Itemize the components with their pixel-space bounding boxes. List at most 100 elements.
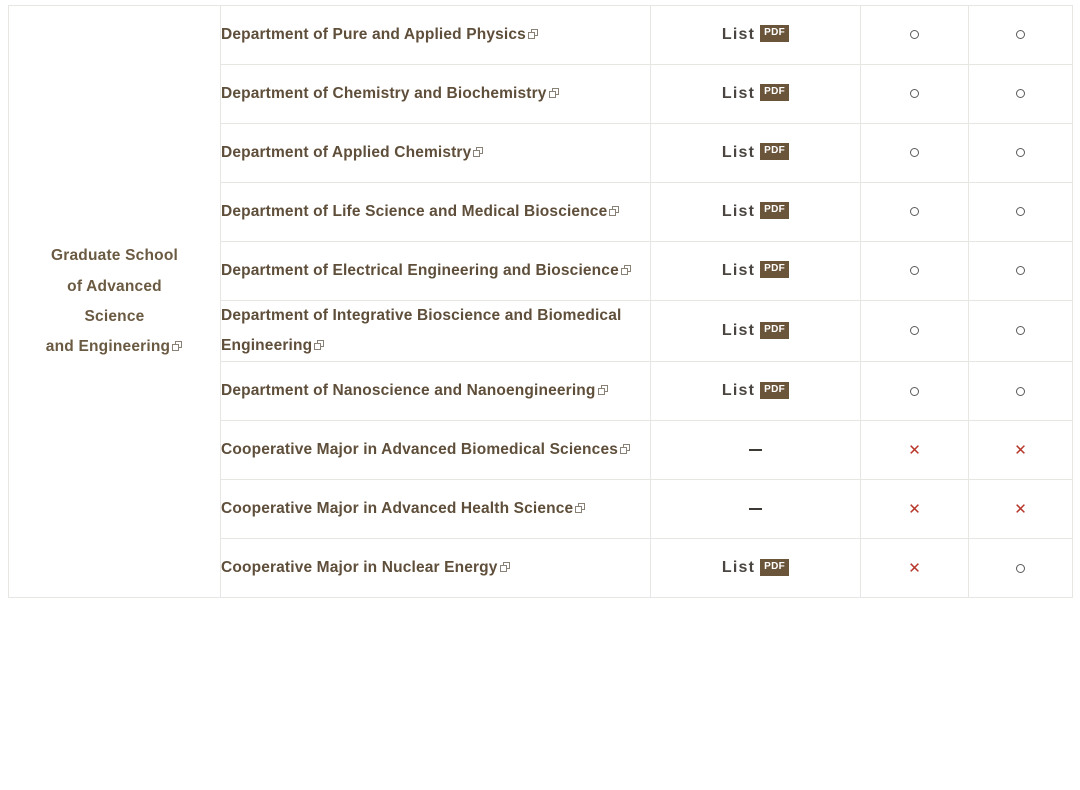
- new-window-icon: [172, 340, 183, 352]
- mark-cell-2: [968, 5, 1073, 65]
- list-cell[interactable]: List PDF: [650, 182, 861, 242]
- available-circle-icon: [1016, 89, 1025, 99]
- pdf-badge[interactable]: PDF: [760, 84, 790, 102]
- mark-cell-1: [860, 5, 969, 65]
- pdf-badge[interactable]: PDF: [760, 558, 790, 576]
- list-link[interactable]: List: [722, 262, 755, 280]
- mark-cell-1: [860, 123, 969, 183]
- list-link[interactable]: List: [722, 203, 755, 221]
- list-cell[interactable]: List PDF: [650, 241, 861, 301]
- department-name-label: Department of Life Science and Medical B…: [221, 202, 608, 220]
- mark-cell-2: [968, 182, 1073, 242]
- new-window-icon: [620, 264, 632, 276]
- pdf-badge[interactable]: PDF: [760, 25, 790, 43]
- pdf-badge[interactable]: PDF: [760, 261, 790, 279]
- pdf-badge[interactable]: PDF: [760, 202, 790, 220]
- available-circle-icon: [1016, 563, 1025, 573]
- school-name-line: of Advanced: [67, 277, 162, 295]
- list-link[interactable]: List: [722, 26, 755, 44]
- mark-cell-1: ✕: [860, 538, 969, 599]
- available-circle-icon: [910, 30, 919, 40]
- list-cell[interactable]: List PDF: [650, 5, 861, 65]
- table-row: Graduate School of Advanced Science and Eng…: [8, 4, 1073, 599]
- school-name-line: and Engineering: [45, 337, 171, 355]
- mark-cell-2: [968, 123, 1073, 183]
- mark-cell-2: [968, 299, 1073, 363]
- department-name-cell[interactable]: Department of Chemistry and Biochemistry: [220, 64, 651, 124]
- list-link[interactable]: List: [722, 85, 755, 103]
- list-link[interactable]: List: [722, 322, 755, 340]
- mark-cell-1: ✕: [860, 420, 969, 481]
- department-name-label: Department of Pure and Applied Physics: [221, 25, 526, 43]
- unavailable-cross-icon: ✕: [908, 500, 921, 518]
- list-link[interactable]: List: [722, 559, 755, 577]
- available-circle-icon: [910, 266, 919, 276]
- school-name-cell[interactable]: Graduate School of Advanced Science and Eng…: [8, 4, 221, 599]
- available-circle-icon: [1016, 30, 1025, 40]
- new-window-icon: [597, 385, 609, 396]
- available-circle-icon: [1016, 326, 1025, 336]
- mark-cell-1: [860, 241, 969, 301]
- new-window-icon: [619, 444, 631, 455]
- department-name-cell[interactable]: Department of Applied Chemistry: [220, 123, 651, 183]
- department-name-label: Department of Electrical Engineering and…: [221, 261, 619, 279]
- department-name-cell[interactable]: Department of Integrative Bioscience and…: [220, 299, 651, 363]
- list-link[interactable]: List: [722, 144, 755, 162]
- department-table-container: Graduate School of Advanced Science and Eng…: [8, 4, 1073, 599]
- department-name-cell[interactable]: Cooperative Major in Advanced Biomedical…: [220, 420, 651, 481]
- new-window-icon: [575, 503, 586, 514]
- list-cell[interactable]: List PDF: [650, 538, 861, 599]
- school-name-line: Science: [84, 307, 145, 325]
- available-circle-icon: [1016, 207, 1025, 217]
- available-circle-icon: [910, 386, 919, 396]
- unavailable-cross-icon: ✕: [1014, 441, 1027, 459]
- available-circle-icon: [910, 207, 919, 217]
- new-window-icon: [499, 562, 511, 573]
- unavailable-cross-icon: ✕: [908, 441, 921, 459]
- department-table-body: Graduate School of Advanced Science and Eng…: [8, 4, 1073, 599]
- mark-cell-2: [968, 361, 1073, 422]
- department-name-label: Department of Chemistry and Biochemistry: [221, 84, 547, 102]
- new-window-icon: [527, 28, 539, 40]
- department-name-label: Department of Nanoscience and Nanoengine…: [221, 382, 596, 400]
- department-name-label: Cooperative Major in Advanced Biomedical…: [221, 441, 618, 459]
- new-window-icon: [473, 146, 484, 158]
- available-circle-icon: [910, 326, 919, 336]
- pdf-badge[interactable]: PDF: [760, 143, 790, 161]
- department-name-cell[interactable]: Department of Nanoscience and Nanoengine…: [220, 361, 651, 422]
- list-cell[interactable]: List PDF: [650, 64, 861, 124]
- department-name-cell[interactable]: Department of Electrical Engineering and…: [220, 241, 651, 301]
- mark-cell-2: [968, 64, 1073, 124]
- available-circle-icon: [1016, 266, 1025, 276]
- list-link[interactable]: List: [722, 382, 755, 400]
- none-dash-icon: [749, 508, 762, 511]
- department-name-label: Cooperative Major in Advanced Health Sci…: [221, 500, 574, 518]
- none-dash-icon: [749, 449, 762, 452]
- mark-cell-1: [860, 64, 969, 124]
- mark-cell-1: ✕: [860, 479, 969, 540]
- mark-cell-2: [968, 538, 1073, 599]
- department-name-cell[interactable]: Department of Life Science and Medical B…: [220, 182, 651, 242]
- new-window-icon: [609, 205, 620, 217]
- list-cell: [650, 420, 861, 481]
- mark-cell-1: [860, 361, 969, 422]
- mark-cell-1: [860, 299, 969, 363]
- mark-cell-2: [968, 241, 1073, 301]
- available-circle-icon: [1016, 386, 1025, 396]
- department-table: Graduate School of Advanced Science and Eng…: [8, 4, 1073, 599]
- department-name-cell[interactable]: Cooperative Major in Advanced Health Sci…: [220, 479, 651, 540]
- new-window-icon: [314, 340, 325, 351]
- pdf-badge[interactable]: PDF: [760, 381, 790, 399]
- department-name-cell[interactable]: Cooperative Major in Nuclear Energy: [220, 538, 651, 599]
- list-cell[interactable]: List PDF: [650, 123, 861, 183]
- list-cell[interactable]: List PDF: [650, 299, 861, 363]
- pdf-badge[interactable]: PDF: [760, 321, 790, 339]
- school-name-line: Graduate School: [50, 247, 179, 265]
- new-window-icon: [548, 87, 560, 99]
- mark-cell-2: ✕: [968, 420, 1073, 481]
- list-cell[interactable]: List PDF: [650, 361, 861, 422]
- unavailable-cross-icon: ✕: [1014, 500, 1027, 518]
- department-name-cell[interactable]: Department of Pure and Applied Physics: [220, 5, 651, 65]
- mark-cell-2: ✕: [968, 479, 1073, 540]
- unavailable-cross-icon: ✕: [908, 559, 921, 577]
